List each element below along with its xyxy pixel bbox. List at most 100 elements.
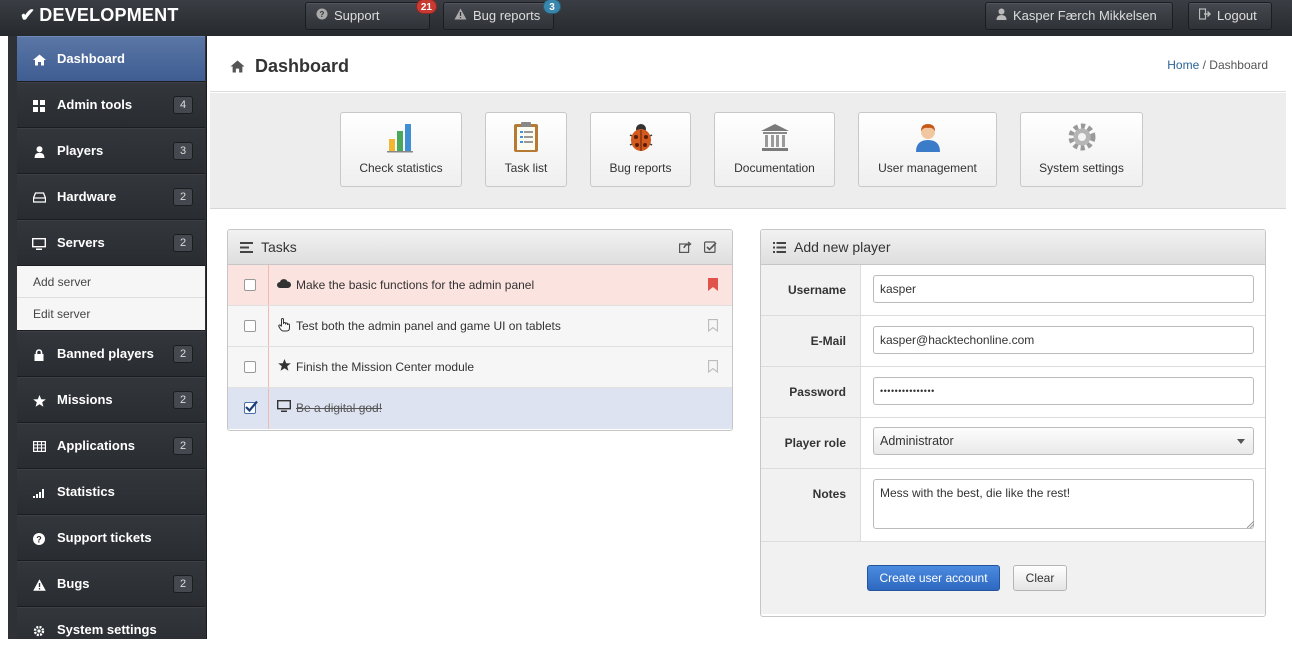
sidebar-item-admin-tools[interactable]: Admin tools 4 [17,82,205,128]
shortcut-check-statistics[interactable]: Check statistics [340,112,462,187]
task-checkbox-checked[interactable] [244,400,258,414]
task-row[interactable]: Make the basic functions for the admin p… [228,265,732,306]
user-icon [996,3,1007,29]
sidebar-item-bugs[interactable]: Bugs 2 [17,561,205,607]
user-icon [31,129,47,173]
signal-icon [31,470,47,514]
brand[interactable]: ✔ DEVELOPMENT [20,5,179,26]
servers-submenu: Add server Edit server [17,266,205,331]
count-badge: 2 [173,188,193,206]
sidebar-item-players[interactable]: Players 3 [17,128,205,174]
sidebar-item-support-tickets[interactable]: ? Support tickets [17,515,205,561]
submenu-item-edit-server[interactable]: Edit server [17,298,205,330]
shortcut-bug-reports[interactable]: Bug reports [590,112,691,187]
task-text: Finish the Mission Center module [296,360,475,374]
user-name-label: Kasper Færch Mikkelsen [1013,8,1157,23]
ladybug-icon [629,124,652,151]
task-row[interactable]: Test both the admin panel and game UI on… [228,306,732,347]
password-input[interactable]: ••••••••••••••• [873,377,1254,405]
task-text: Make the basic functions for the admin p… [296,278,535,292]
top-navbar: ✔DEVELOPMENT ? Support tickets 21 Bug re… [0,0,1292,49]
form-actions: Create user account Clear [761,542,1265,614]
bookmark-icon[interactable] [708,360,718,373]
notes-textarea[interactable]: Mess with the best, die like the rest! [873,479,1254,529]
shortcut-label: Check statistics [359,161,443,175]
share-icon[interactable] [679,230,692,264]
sidebar-item-missions[interactable]: Missions 2 [17,377,205,423]
player-role-select[interactable]: Administrator [873,427,1254,455]
sidebar-item-label: Applications [57,438,136,453]
monitor-icon [276,399,292,415]
sidebar-item-statistics[interactable]: Statistics [17,469,205,515]
sidebar-item-label: Banned players [57,346,154,361]
password-label: Password [761,367,861,417]
tasks-title: Tasks [261,239,297,255]
task-text: Test both the admin panel and game UI on… [296,319,561,333]
sidebar-item-dashboard[interactable]: Dashboard [17,36,205,82]
page-title-text: Dashboard [255,56,350,76]
tasks-panel-header: Tasks [228,230,732,265]
shortcut-label: Documentation [734,161,815,175]
task-checkbox[interactable] [244,320,256,332]
support-tickets-button[interactable]: ? Support tickets 21 [305,0,437,49]
breadcrumb-current: Dashboard [1209,58,1268,72]
bookmark-icon[interactable] [708,278,718,291]
breadcrumb-home-link[interactable]: Home [1167,58,1199,72]
chevron-down-icon [1237,439,1245,444]
count-badge: 2 [173,345,193,363]
home-icon [31,37,47,81]
sidebar-item-label: Players [57,143,104,158]
monitor-icon [31,221,47,265]
email-row: E-Mail kasper@hacktechonline.com [761,316,1265,367]
sidebar-item-label: Hardware [57,189,117,204]
sidebar: Dashboard Admin tools 4 Players 3 Hardwa… [8,36,207,639]
sidebar-item-applications[interactable]: Applications 2 [17,423,205,469]
check-all-icon[interactable] [704,230,717,264]
count-badge: 2 [173,234,193,252]
submenu-item-add-server[interactable]: Add server [17,266,205,298]
clear-button[interactable]: Clear [1013,565,1067,591]
shortcut-task-list[interactable]: Task list [485,112,567,187]
task-margin-line [268,347,269,387]
player-role-value: Administrator [880,434,954,448]
task-margin-line [268,306,269,346]
email-label: E-Mail [761,316,861,366]
add-player-panel: Add new player Username kasper E-Mail ka… [760,229,1266,617]
user-menu-button[interactable]: Kasper Færch Mikkelsen [985,2,1173,45]
gear-icon [31,608,47,639]
bug-reports-button[interactable]: Bug reports 3 [443,0,561,30]
count-badge: 2 [173,437,193,455]
sidebar-item-system-settings[interactable]: System settings [17,607,205,639]
sidebar-item-label: Dashboard [57,51,125,66]
resize-handle-icon[interactable] [1247,521,1254,528]
email-input[interactable]: kasper@hacktechonline.com [873,326,1254,354]
shortcut-documentation[interactable]: Documentation [714,112,835,187]
username-input[interactable]: kasper [873,275,1254,303]
tasks-panel: Tasks Make the basic functions for the a… [227,229,733,431]
task-row[interactable]: Be a digital god! [228,388,732,429]
sidebar-item-label: Servers [57,235,105,250]
username-label: Username [761,265,861,315]
logout-icon [1198,3,1211,29]
shortcut-system-settings[interactable]: System settings [1020,112,1143,187]
shortcut-label: Task list [504,161,548,175]
bookmark-icon[interactable] [708,319,718,332]
count-badge: 2 [173,575,193,593]
sidebar-item-banned-players[interactable]: Banned players 2 [17,331,205,377]
task-checkbox[interactable] [244,279,256,291]
sidebar-item-servers[interactable]: Servers 2 [17,220,205,266]
create-user-account-button[interactable]: Create user account [867,565,1000,591]
task-text: Be a digital god! [296,401,383,415]
task-row[interactable]: Finish the Mission Center module [228,347,732,388]
table-icon [31,424,47,468]
shortcut-label: System settings [1039,161,1124,175]
sidebar-item-hardware[interactable]: Hardware 2 [17,174,205,220]
player-role-row: Player role Administrator [761,418,1265,469]
logout-label: Logout [1217,8,1257,23]
notes-label: Notes [761,469,861,541]
task-margin-line [268,265,269,305]
logout-button[interactable]: Logout [1188,2,1272,30]
page-title: Dashboard [230,56,349,77]
shortcut-user-management[interactable]: User management [858,112,997,187]
task-checkbox[interactable] [244,361,256,373]
